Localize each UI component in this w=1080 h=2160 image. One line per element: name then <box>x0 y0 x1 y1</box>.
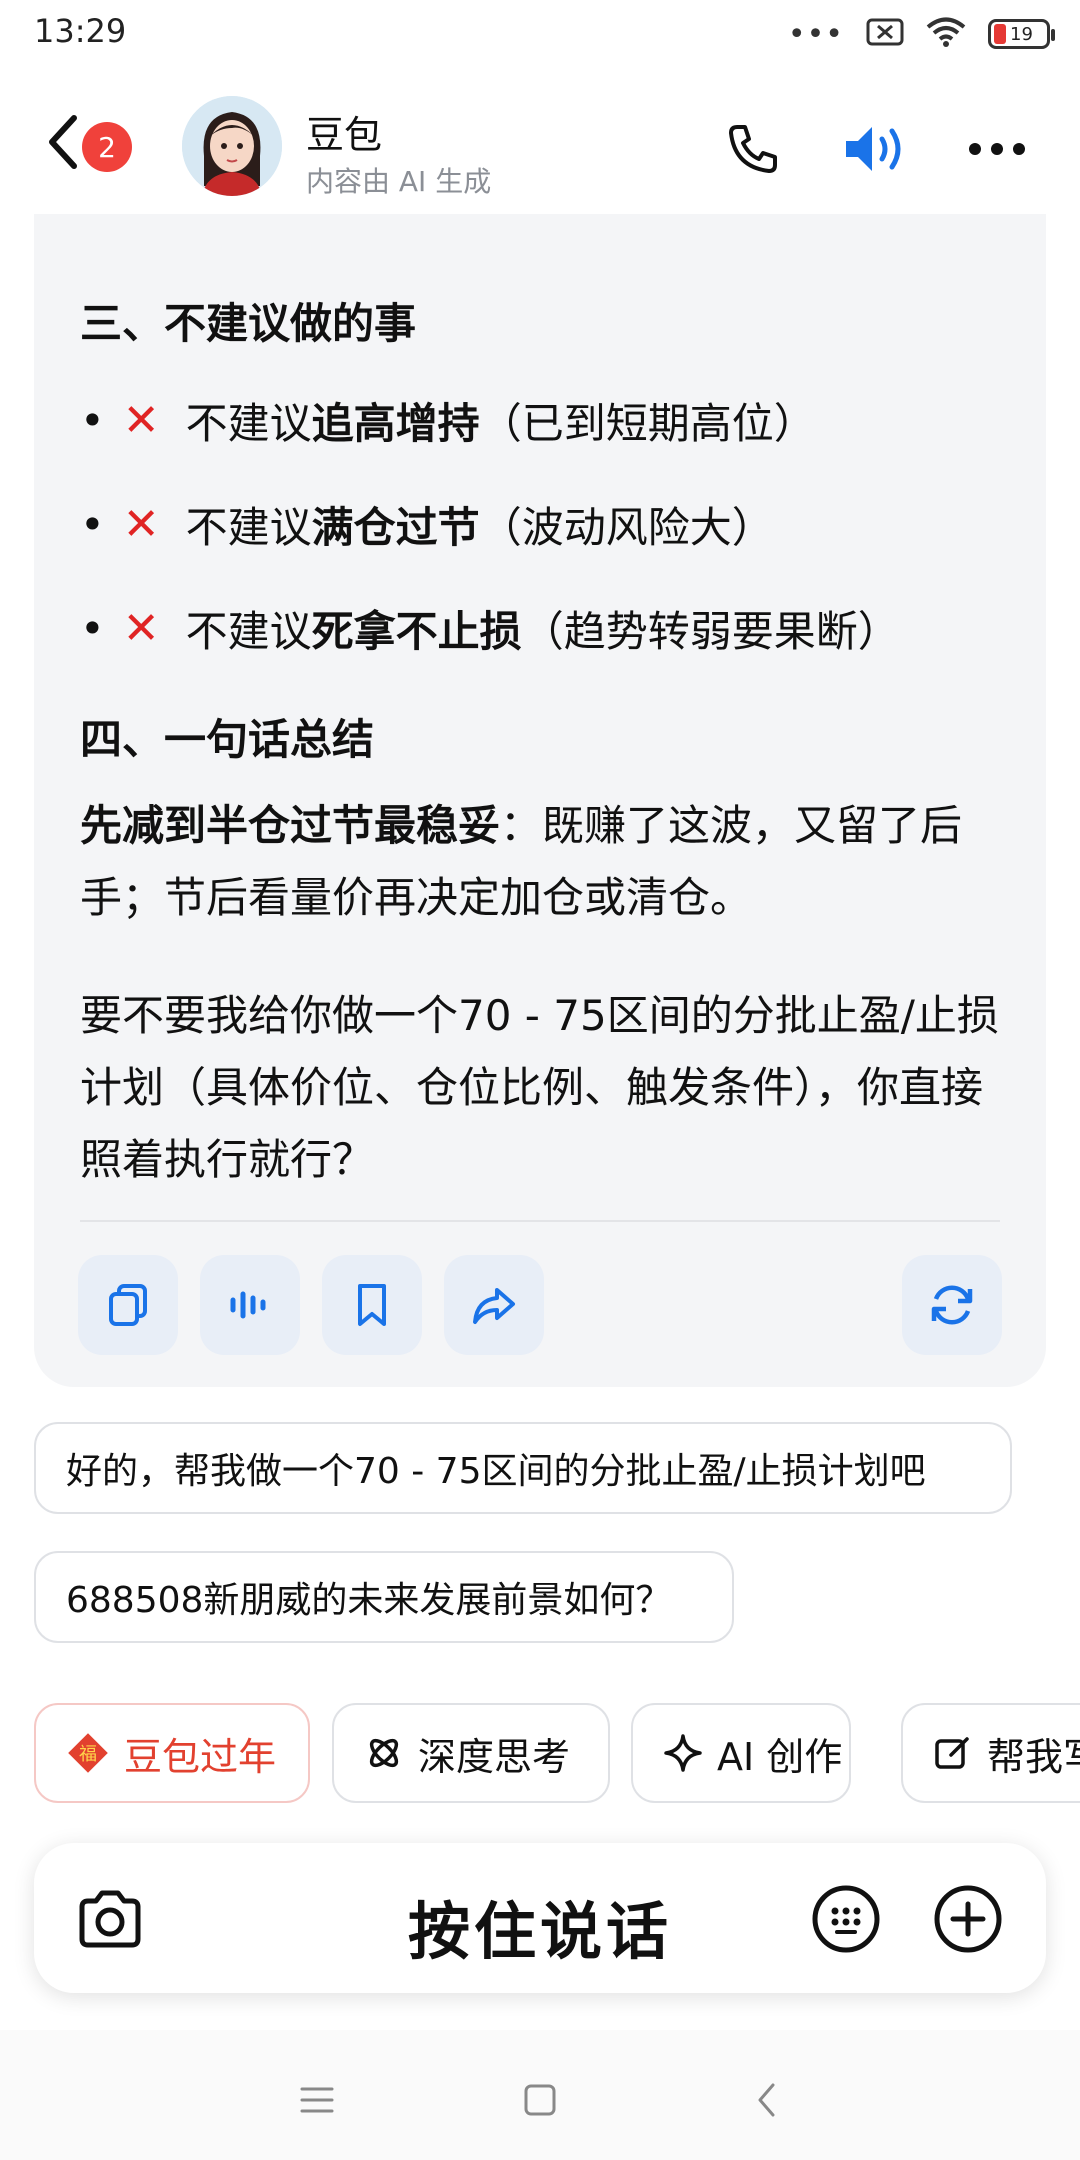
phone-icon <box>729 125 777 173</box>
share-icon <box>473 1288 515 1324</box>
bookmark-icon <box>358 1284 386 1326</box>
wifi-icon <box>926 16 966 52</box>
chip-label: 深度思考 <box>418 1734 571 1779</box>
suggestion-chip[interactable]: 688508新朋威的未来发展前景如何？ <box>34 1551 734 1643</box>
fu-icon: 福 <box>66 1731 110 1775</box>
chat-header: 2 豆包 内容由 AI 生成 <box>0 84 1080 214</box>
input-bar: 按住说话 <box>34 1843 1046 1993</box>
suggestion-chip[interactable]: 好的，帮我做一个70 - 75区间的分批止盈/止损计划吧 <box>34 1422 1012 1514</box>
voice-playback-button[interactable] <box>840 114 910 184</box>
back-chevron-icon <box>758 2083 775 2117</box>
unread-badge: 2 <box>82 122 132 172</box>
status-icons: ••• 19 <box>787 14 1055 54</box>
keyboard-button[interactable] <box>808 1881 884 1957</box>
chip-label: AI 创作 <box>717 1734 843 1779</box>
avatar[interactable] <box>182 96 282 196</box>
sparkle-icon <box>663 1733 703 1773</box>
add-button[interactable] <box>930 1881 1006 1957</box>
bullet-suffix: （已到短期高位） <box>479 399 816 448</box>
back-arrow-icon <box>49 115 77 169</box>
message-actions <box>78 1255 1002 1355</box>
summary-paragraph: 先减到半仓过节最稳妥：既赚了这波，又留了后手；节后看量价再决定加仓或清仓。 <box>80 790 1020 934</box>
chip-new-year[interactable]: 福 豆包过年 <box>34 1703 310 1803</box>
phone-call-button[interactable] <box>716 114 786 184</box>
bullet-prefix: 不建议 <box>185 399 312 448</box>
read-aloud-button[interactable] <box>200 1255 300 1355</box>
refresh-icon <box>931 1285 973 1325</box>
feature-chips: 福 豆包过年 深度思考 AI 创作 帮我写 <box>34 1703 1080 1807</box>
home-button[interactable] <box>515 2075 565 2125</box>
bullet-bold: 追高增持 <box>311 399 480 448</box>
list-item: • ✕ 不建议 死拿不止损 （趋势转弱要果断） <box>80 598 900 659</box>
bullet-dot: • <box>80 396 105 445</box>
no-sim-icon <box>866 17 904 51</box>
bot-name: 豆包 <box>306 113 383 157</box>
svg-text:福: 福 <box>79 1744 97 1765</box>
cross-icon: ✕ <box>122 499 160 550</box>
bullet-dot: • <box>80 604 105 653</box>
status-time: 13:29 <box>34 12 127 50</box>
bookmark-button[interactable] <box>322 1255 422 1355</box>
chip-deep-thinking[interactable]: 深度思考 <box>332 1703 610 1803</box>
copy-button[interactable] <box>78 1255 178 1355</box>
cross-icon: ✕ <box>122 395 160 446</box>
bullet-suffix: （趋势转弱要果断） <box>521 607 900 656</box>
bullet-dot: • <box>80 500 105 549</box>
more-dots-icon: ••• <box>787 16 844 52</box>
audio-wave-icon <box>230 1291 266 1319</box>
chip-ai-creation[interactable]: AI 创作 <box>631 1703 851 1803</box>
cross-icon: ✕ <box>122 603 160 654</box>
bubble-top-edge <box>34 214 1046 234</box>
list-item: • ✕ 不建议 满仓过节 （波动风险大） <box>80 494 774 555</box>
bullet-suffix: （波动风险大） <box>479 503 774 552</box>
share-button[interactable] <box>444 1255 544 1355</box>
bullet-bold: 死拿不止损 <box>311 607 522 656</box>
system-back-button[interactable] <box>742 2075 792 2125</box>
more-dots-icon <box>969 143 1025 155</box>
list-item: • ✕ 不建议 追高增持 （已到短期高位） <box>80 390 816 451</box>
hold-to-talk-button[interactable]: 按住说话 <box>34 1881 1046 1971</box>
bullet-prefix: 不建议 <box>185 607 312 656</box>
status-bar: 13:29 ••• 19 <box>0 0 1080 70</box>
divider <box>80 1220 1000 1222</box>
battery-level: 19 <box>1010 23 1033 45</box>
section-title-3: 三、不建议做的事 <box>80 299 417 348</box>
menu-icon <box>300 2087 334 2113</box>
speaker-icon <box>846 127 901 171</box>
plus-circle-icon <box>934 1885 1002 1953</box>
follow-up-question: 要不要我给你做一个70 - 75区间的分批止盈/止损计划（具体价位、仓位比例、触… <box>80 991 999 1184</box>
system-nav-bar <box>0 2030 1080 2160</box>
section-title-4: 四、一句话总结 <box>80 715 375 764</box>
battery-icon: 19 <box>988 19 1055 49</box>
menu-button[interactable] <box>292 2075 342 2125</box>
ai-generated-label: 内容由 AI 生成 <box>306 165 492 198</box>
chip-label: 豆包过年 <box>124 1734 277 1779</box>
copy-icon <box>109 1284 147 1326</box>
more-options-button[interactable] <box>962 114 1032 184</box>
bullet-bold: 满仓过节 <box>311 503 480 552</box>
keyboard-icon <box>812 1885 880 1953</box>
summary-bold: 先减到半仓过节最稳妥 <box>80 801 501 850</box>
edit-icon <box>933 1733 973 1773</box>
bullet-prefix: 不建议 <box>185 503 312 552</box>
regenerate-button[interactable] <box>902 1255 1002 1355</box>
chip-label: 帮我写 <box>987 1734 1080 1779</box>
atom-icon <box>364 1733 404 1773</box>
home-square-icon <box>524 2084 556 2116</box>
chip-help-write[interactable]: 帮我写 <box>901 1703 1080 1803</box>
